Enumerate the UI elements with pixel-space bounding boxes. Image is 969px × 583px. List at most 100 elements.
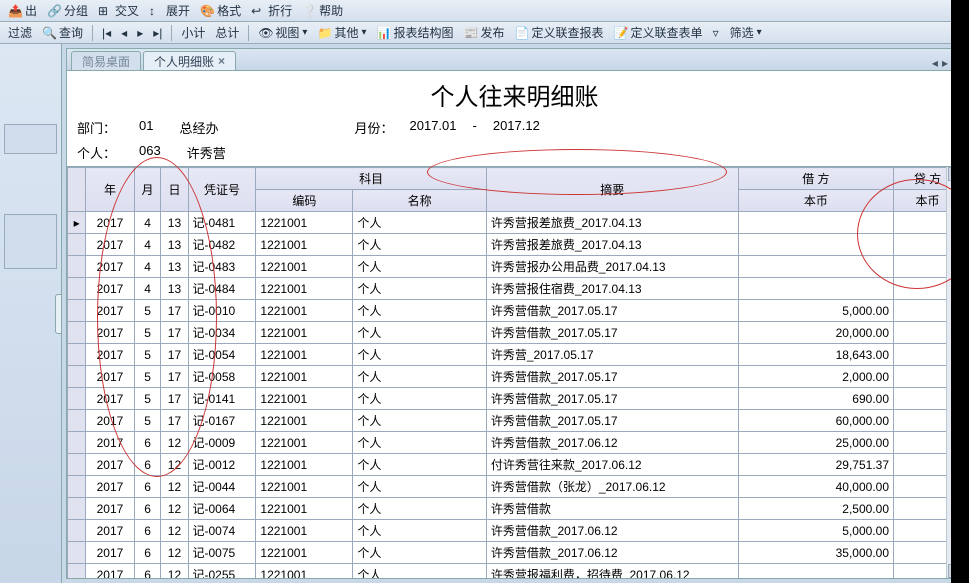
row-pointer <box>68 498 86 520</box>
query-button[interactable]: 🔍查询 <box>38 23 87 42</box>
format-button[interactable]: 🎨格式 <box>196 1 245 20</box>
content-panel: 简易桌面 个人明细账× ◂ ▸ ▾ 个人往来明细账 部门： 01 总经办 月份：… <box>66 48 963 579</box>
cross-button[interactable]: ⊞交叉 <box>94 1 143 20</box>
tab-prev-icon[interactable]: ◂ <box>932 56 938 70</box>
cell-year: 2017 <box>86 454 135 476</box>
table-row[interactable]: 2017517记-01671221001个人许秀营借款_2017.05.1760… <box>68 410 962 432</box>
cell-day: 17 <box>161 366 188 388</box>
col-code[interactable]: 编码 <box>256 190 353 212</box>
cell-voucher: 记-0044 <box>188 476 256 498</box>
col-day[interactable]: 日 <box>161 168 188 212</box>
cell-summary: 许秀营借款_2017.05.17 <box>486 300 738 322</box>
filterdd-button[interactable]: ▿筛选▾ <box>709 23 766 42</box>
table-row[interactable]: 2017517记-00541221001个人许秀营_2017.05.1718,6… <box>68 344 962 366</box>
dept-code: 01 <box>139 118 153 137</box>
cell-name: 个人 <box>353 498 486 520</box>
expand-button[interactable]: ↕展开 <box>145 1 194 20</box>
wrap-icon: ↩ <box>251 4 265 18</box>
cell-year: 2017 <box>86 410 135 432</box>
table-row[interactable]: 2017413记-04821221001个人许秀营报差旅费_2017.04.13… <box>68 234 962 256</box>
table-row[interactable]: 2017517记-00101221001个人许秀营借款_2017.05.175,… <box>68 300 962 322</box>
table-row[interactable]: 2017612记-00441221001个人许秀营借款（张龙）_2017.06.… <box>68 476 962 498</box>
cross-icon: ⊞ <box>98 4 112 18</box>
table-row[interactable]: 2017517记-01411221001个人许秀营借款_2017.05.1769… <box>68 388 962 410</box>
export-button[interactable]: 📤出 <box>4 1 41 20</box>
cell-day: 13 <box>161 256 188 278</box>
drillrpt-button[interactable]: 📄定义联查报表 <box>511 23 608 42</box>
subtotal-button[interactable]: 小计 <box>177 23 209 42</box>
cell-code: 1221001 <box>256 388 353 410</box>
col-debit-cur[interactable]: 本币 <box>738 190 893 212</box>
next-button[interactable]: ▸ <box>133 25 147 41</box>
table-row[interactable]: 2017612记-00741221001个人许秀营借款_2017.06.125,… <box>68 520 962 542</box>
cell-summary: 许秀营报差旅费_2017.04.13 <box>486 234 738 256</box>
other-button[interactable]: 📁其他▾ <box>313 23 370 42</box>
table-row[interactable]: 2017413记-04841221001个人许秀营报住宿费_2017.04.13… <box>68 278 962 300</box>
col-name[interactable]: 名称 <box>353 190 486 212</box>
report-title: 个人往来明细账 <box>67 71 962 116</box>
tab-ledger[interactable]: 个人明细账× <box>143 51 236 70</box>
cell-name: 个人 <box>353 344 486 366</box>
group-button[interactable]: 🔗分组 <box>43 1 92 20</box>
cell-year: 2017 <box>86 256 135 278</box>
help-button[interactable]: ❔帮助 <box>298 1 347 20</box>
col-month[interactable]: 月 <box>134 168 161 212</box>
total-button[interactable]: 总计 <box>211 23 243 42</box>
table-row[interactable]: 2017517记-00341221001个人许秀营借款_2017.05.1720… <box>68 322 962 344</box>
cell-code: 1221001 <box>256 234 353 256</box>
publish-button[interactable]: 📰发布 <box>460 23 509 42</box>
cell-day: 12 <box>161 432 188 454</box>
filter-label: 过滤 <box>8 24 32 41</box>
publish-label: 发布 <box>481 24 505 41</box>
cell-day: 12 <box>161 498 188 520</box>
cell-code: 1221001 <box>256 322 353 344</box>
last-button[interactable]: ▸| <box>149 25 166 41</box>
left-stub-2[interactable] <box>4 214 57 269</box>
cell-year: 2017 <box>86 212 135 234</box>
table-row[interactable]: 2017612记-00121221001个人付许秀营往来款_2017.06.12… <box>68 454 962 476</box>
col-debit[interactable]: 借 方 <box>738 168 893 190</box>
cell-voucher: 记-0054 <box>188 344 256 366</box>
table-row[interactable]: 2017612记-02551221001个人许秀营报福利费，招待费_2017.0… <box>68 564 962 579</box>
help-icon: ❔ <box>302 4 316 18</box>
tab-next-icon[interactable]: ▸ <box>942 56 948 70</box>
table-row[interactable]: 2017413记-04831221001个人许秀营报办公用品费_2017.04.… <box>68 256 962 278</box>
close-icon[interactable]: × <box>218 54 225 68</box>
dept-name: 总经办 <box>179 118 218 137</box>
left-stub-1[interactable] <box>4 124 57 154</box>
cell-voucher: 记-0074 <box>188 520 256 542</box>
table-row[interactable]: 2017612记-00091221001个人许秀营借款_2017.06.1225… <box>68 432 962 454</box>
table-row[interactable]: 2017612记-00751221001个人许秀营借款_2017.06.1235… <box>68 542 962 564</box>
cell-day: 17 <box>161 322 188 344</box>
view-label: 视图 <box>275 24 299 41</box>
col-voucher[interactable]: 凭证号 <box>188 168 256 212</box>
view-button[interactable]: 👁视图▾ <box>254 23 311 42</box>
first-button[interactable]: |◂ <box>98 25 115 41</box>
filter-button[interactable]: 过滤 <box>4 23 36 42</box>
row-pointer <box>68 388 86 410</box>
tab-desktop[interactable]: 简易桌面 <box>71 51 141 70</box>
col-summary[interactable]: 摘要 <box>486 168 738 212</box>
grid-wrap[interactable]: 年 月 日 凭证号 科目 摘要 借 方 贷 方 编码 名称 本币 <box>67 166 962 578</box>
drillform-button[interactable]: 📝定义联查表单 <box>610 23 707 42</box>
table-row[interactable]: 2017612记-00641221001个人许秀营借款2,500.00 <box>68 498 962 520</box>
row-pointer <box>68 454 86 476</box>
tab-bar: 简易桌面 个人明细账× ◂ ▸ ▾ <box>67 49 962 71</box>
wrap-button[interactable]: ↩折行 <box>247 1 296 20</box>
cell-voucher: 记-0483 <box>188 256 256 278</box>
expand-icon: ↕ <box>149 4 163 18</box>
cell-name: 个人 <box>353 388 486 410</box>
col-subject[interactable]: 科目 <box>256 168 486 190</box>
rptstruct-button[interactable]: 📊报表结构图 <box>373 23 458 42</box>
cell-name: 个人 <box>353 564 486 579</box>
table-row[interactable]: ▸2017413记-04811221001个人许秀营报差旅费_2017.04.1… <box>68 212 962 234</box>
cell-voucher: 记-0482 <box>188 234 256 256</box>
prev-button[interactable]: ◂ <box>117 25 131 41</box>
cell-month: 5 <box>134 366 161 388</box>
col-year[interactable]: 年 <box>86 168 135 212</box>
panel-collapse-handle[interactable] <box>55 294 62 334</box>
table-row[interactable]: 2017517记-00581221001个人许秀营借款_2017.05.172,… <box>68 366 962 388</box>
report-area: 个人往来明细账 部门： 01 总经办 月份： 2017.01 - 2017.12… <box>67 71 962 578</box>
cell-code: 1221001 <box>256 432 353 454</box>
rptstruct-label: 报表结构图 <box>394 24 454 41</box>
